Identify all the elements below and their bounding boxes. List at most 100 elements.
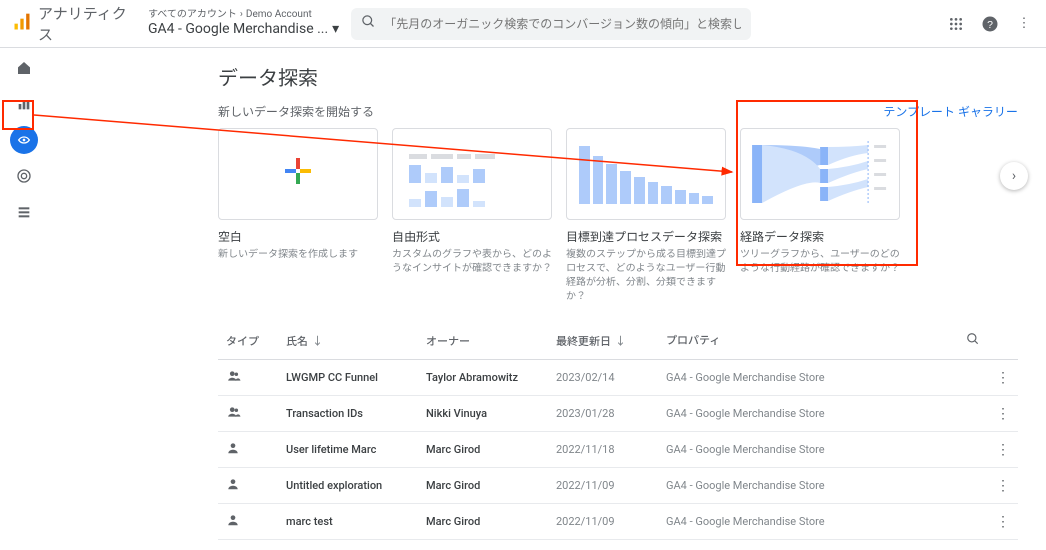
page-subtitle: 新しいデータ探索を開始する <box>218 103 374 120</box>
row-property: GA4 - Google Merchandise Store <box>658 360 988 396</box>
nav-advertising[interactable] <box>10 162 38 190</box>
row-updated: 2023/02/14 <box>548 360 658 396</box>
caret-down-icon: ▾ <box>332 21 339 38</box>
row-property: GA4 - Google Merchandise Store <box>658 468 988 504</box>
more-vert-icon[interactable]: ⋮ <box>1014 14 1034 34</box>
row-property: GA4 - Google Merchandise Store <box>658 432 988 468</box>
card-desc: ツリーグラフから、ユーザーのどのような行動経路が確認できますか？ <box>740 248 900 276</box>
nav-configure[interactable] <box>10 198 38 226</box>
apps-icon[interactable] <box>946 14 966 34</box>
card-thumb-path <box>740 128 900 220</box>
col-owner[interactable]: オーナー <box>418 322 548 360</box>
card-desc: 複数のステップから成る目標到達プロセスで、どのようなユーザー行動経路が分析、分割… <box>566 248 726 304</box>
product-logo-block[interactable]: アナリティクス <box>12 3 136 45</box>
row-more-button[interactable]: ⋮ <box>988 468 1018 504</box>
nav-home[interactable] <box>10 54 38 82</box>
chevron-right-icon: › <box>240 9 243 21</box>
card-desc: 新しいデータ探索を作成します <box>218 248 378 262</box>
card-desc: カスタムのグラフや表から、どのようなインサイトが確認できますか？ <box>392 248 552 276</box>
row-name: LWGMP CC Funnel <box>278 360 418 396</box>
template-gallery-link[interactable]: テンプレート ギャラリー <box>883 103 1018 120</box>
template-card-path[interactable]: 経路データ探索 ツリーグラフから、ユーザーのどのような行動経路が確認できますか？ <box>740 128 900 304</box>
breadcrumb-prefix: すべてのアカウント <box>148 9 237 21</box>
row-more-button[interactable]: ⋮ <box>988 396 1018 432</box>
row-name: marc test <box>278 504 418 540</box>
nav-reports[interactable] <box>10 90 38 118</box>
search-icon <box>361 14 376 33</box>
table-row[interactable]: Transaction IDsNikki Vinuya2023/01/28GA4… <box>218 396 1018 432</box>
col-name[interactable]: 氏名↓ <box>278 322 418 360</box>
row-owner: tech liferiver <box>418 540 548 550</box>
template-card-funnel[interactable]: 目標到達プロセスデータ探索 複数のステップから成る目標到達プロセスで、どのような… <box>566 128 726 304</box>
row-more-button[interactable]: ⋮ <box>988 432 1018 468</box>
more-vert-icon: ⋮ <box>996 370 1009 386</box>
row-updated: 2022/11/09 <box>548 504 658 540</box>
row-name: Transaction IDs <box>278 396 418 432</box>
sort-down-icon: ↓ <box>312 333 323 349</box>
row-updated: 2022/11/09 <box>548 468 658 504</box>
table-row[interactable]: 無題のデータ探索tech liferiver2022/10/10GA4 - Go… <box>218 540 1018 550</box>
more-vert-icon: ⋮ <box>996 406 1009 422</box>
row-type-icon <box>218 540 278 550</box>
table-row[interactable]: User lifetime MarcMarc Girod2022/11/18GA… <box>218 432 1018 468</box>
breadcrumb-account: Demo Account <box>246 9 312 21</box>
more-vert-icon: ⋮ <box>996 478 1009 494</box>
sankey-icon <box>749 139 891 209</box>
card-thumb-freeform <box>392 128 552 220</box>
row-updated: 2022/11/18 <box>548 432 658 468</box>
row-owner: Taylor Abramowitz <box>418 360 548 396</box>
sort-down-icon: ↓ <box>615 333 626 349</box>
top-bar: アナリティクス すべてのアカウント › Demo Account GA4 - G… <box>0 0 1046 48</box>
page-title: データ探索 <box>218 62 1018 91</box>
template-card-blank[interactable]: 空白 新しいデータ探索を作成します <box>218 128 378 304</box>
template-cards: 空白 新しいデータ探索を作成します 自由形式 カスタムのグラフや表から、どのよう… <box>218 128 1018 304</box>
chevron-right-icon: › <box>1012 168 1016 184</box>
table-search-icon[interactable] <box>966 332 980 349</box>
more-vert-icon: ⋮ <box>996 514 1009 530</box>
row-owner: Marc Girod <box>418 468 548 504</box>
row-name: Untitled exploration <box>278 468 418 504</box>
row-more-button[interactable]: ⋮ <box>988 504 1018 540</box>
more-vert-icon: ⋮ <box>996 442 1009 458</box>
row-property: GA4 - Google Merchandise Store <box>658 396 988 432</box>
col-updated[interactable]: 最終更新日↓ <box>548 322 658 360</box>
card-thumb-blank <box>218 128 378 220</box>
row-owner: Marc Girod <box>418 432 548 468</box>
card-title: 自由形式 <box>392 228 552 245</box>
search-input[interactable] <box>384 17 741 31</box>
svg-text:?: ? <box>987 18 993 30</box>
search-box[interactable] <box>351 8 751 40</box>
row-type-icon <box>218 468 278 504</box>
card-title: 経路データ探索 <box>740 228 900 245</box>
table-row[interactable]: LWGMP CC FunnelTaylor Abramowitz2023/02/… <box>218 360 1018 396</box>
row-owner: Marc Girod <box>418 504 548 540</box>
row-type-icon <box>218 432 278 468</box>
col-property: プロパティ <box>658 322 988 360</box>
row-updated: 2023/01/28 <box>548 396 658 432</box>
card-title: 空白 <box>218 228 378 245</box>
explorations-table: タイプ 氏名↓ オーナー 最終更新日↓ プロパティ LWGMP CC Funne… <box>218 322 1018 550</box>
row-updated: 2022/10/10 <box>548 540 658 550</box>
row-property: GA4 - Google Merchandise Store <box>658 540 988 550</box>
nav-explore[interactable] <box>10 126 38 154</box>
template-card-freeform[interactable]: 自由形式 カスタムのグラフや表から、どのようなインサイトが確認できますか？ <box>392 128 552 304</box>
row-more-button[interactable]: ⋮ <box>988 540 1018 550</box>
row-name: User lifetime Marc <box>278 432 418 468</box>
table-row[interactable]: marc testMarc Girod2022/11/09GA4 - Googl… <box>218 504 1018 540</box>
analytics-logo-icon <box>12 12 32 36</box>
help-icon[interactable]: ? <box>980 14 1000 34</box>
col-type[interactable]: タイプ <box>218 322 278 360</box>
cards-next-button[interactable]: › <box>1000 162 1028 190</box>
row-more-button[interactable]: ⋮ <box>988 360 1018 396</box>
property-name: GA4 - Google Merchandise ... <box>148 21 328 38</box>
main-content: データ探索 新しいデータ探索を開始する テンプレート ギャラリー 空白 新しいデ… <box>48 48 1046 550</box>
table-row[interactable]: Untitled explorationMarc Girod2022/11/09… <box>218 468 1018 504</box>
property-picker[interactable]: すべてのアカウント › Demo Account GA4 - Google Me… <box>148 9 339 38</box>
row-type-icon <box>218 360 278 396</box>
product-name: アナリティクス <box>38 3 136 45</box>
row-owner: Nikki Vinuya <box>418 396 548 432</box>
row-property: GA4 - Google Merchandise Store <box>658 504 988 540</box>
card-title: 目標到達プロセスデータ探索 <box>566 228 726 245</box>
nav-rail <box>0 48 48 550</box>
plus-icon <box>283 156 313 193</box>
